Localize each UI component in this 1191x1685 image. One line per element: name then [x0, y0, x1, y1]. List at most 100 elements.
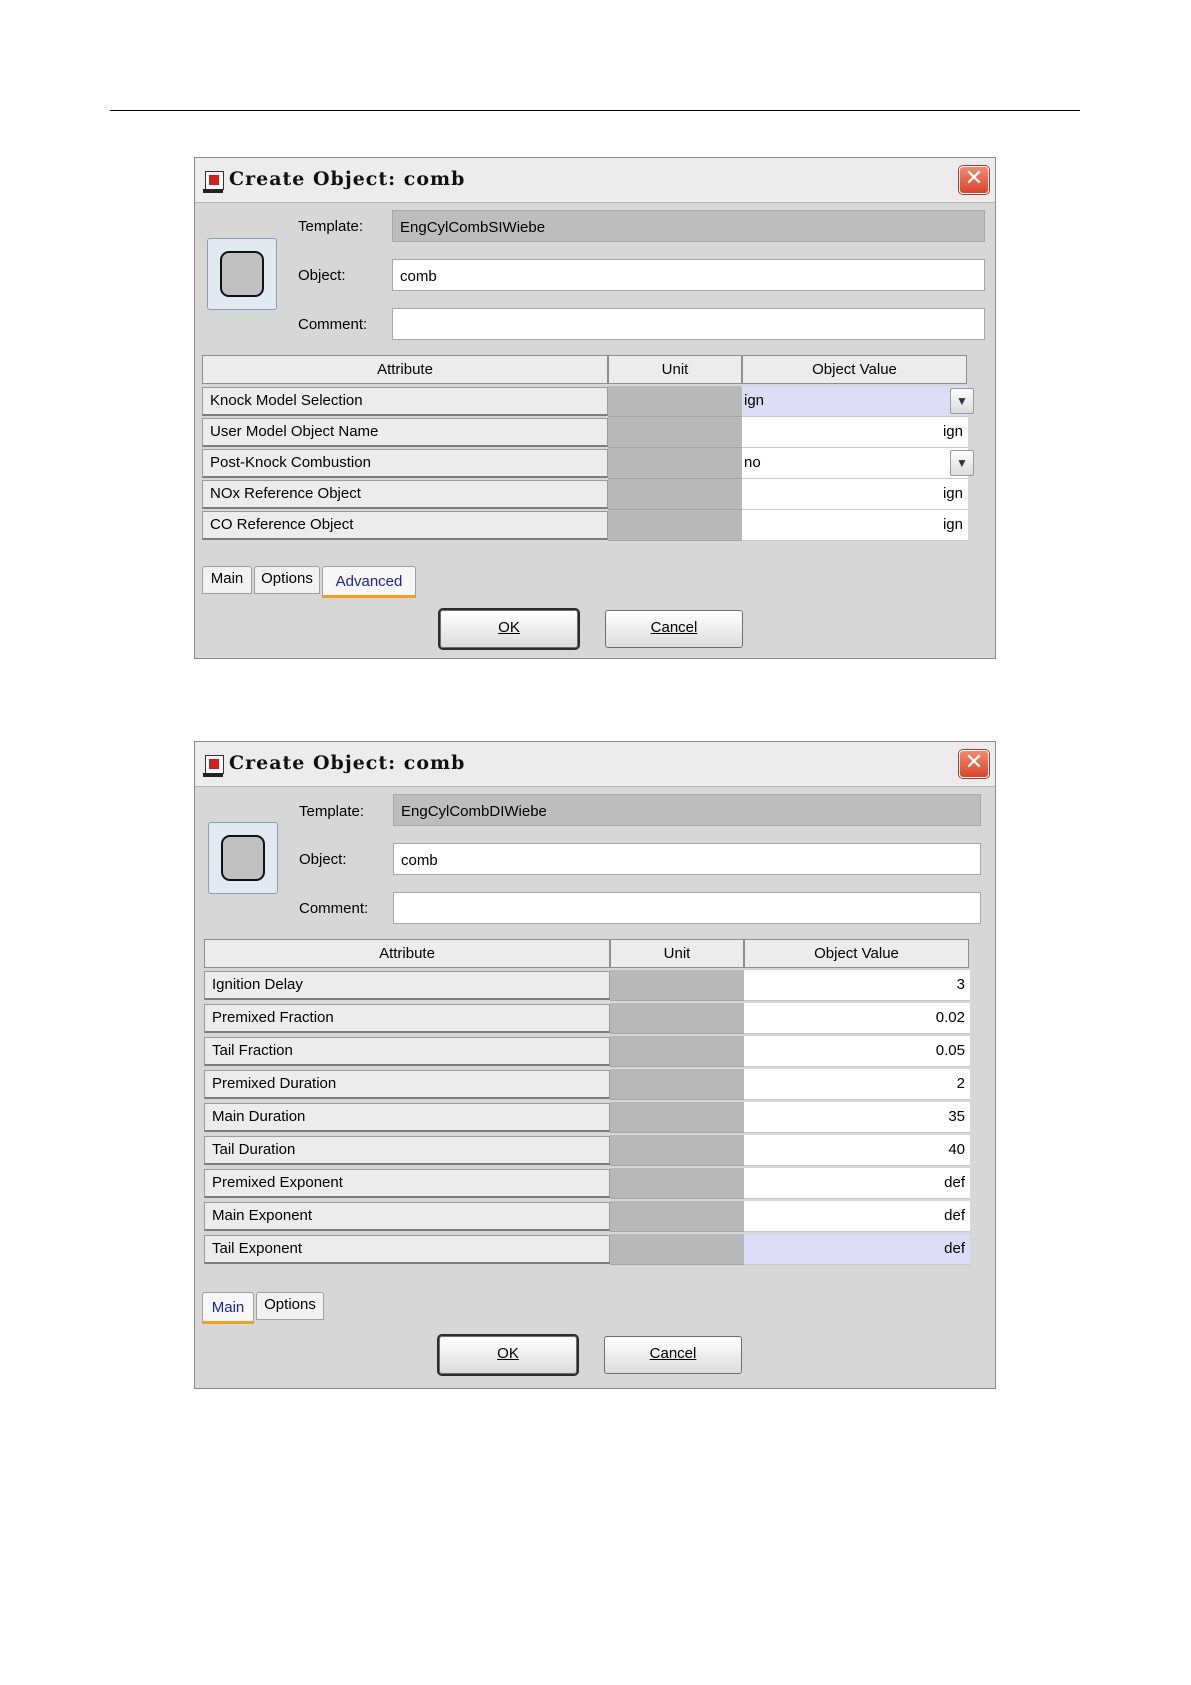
attribute-cell: Knock Model Selection — [202, 387, 608, 416]
chevron-down-icon[interactable]: ▼ — [950, 388, 974, 414]
create-object-dialog-1: Create Object: comb ✕ Template: EngCylCo… — [194, 157, 996, 659]
title-bar[interactable]: Create Object: comb ✕ — [195, 158, 995, 203]
unit-cell — [610, 1069, 744, 1100]
object-name-input[interactable]: comb — [392, 259, 985, 291]
tab-main[interactable]: Main — [202, 1292, 254, 1324]
unit-cell — [610, 1003, 744, 1034]
template-field: EngCylCombDIWiebe — [393, 794, 981, 826]
attribute-cell: Premixed Duration — [204, 1070, 610, 1099]
table-row: CO Reference Object ign — [202, 510, 975, 541]
table-row: Tail Duration 40 — [204, 1135, 977, 1166]
value-cell[interactable]: 40 — [744, 1135, 970, 1166]
tab-options[interactable]: Options — [254, 566, 320, 594]
comment-input[interactable] — [393, 892, 981, 924]
unit-cell — [610, 1102, 744, 1133]
ok-button-label: OK — [497, 1345, 519, 1362]
unit-cell — [608, 448, 742, 479]
cancel-button[interactable]: Cancel — [605, 610, 743, 648]
unit-cell — [610, 970, 744, 1001]
column-header-attribute[interactable]: Attribute — [204, 939, 610, 968]
value-cell[interactable]: 0.02 — [744, 1003, 970, 1034]
attribute-cell: Tail Duration — [204, 1136, 610, 1165]
unit-cell — [608, 386, 742, 417]
unit-cell — [610, 1234, 744, 1265]
unit-cell — [608, 417, 742, 448]
attribute-cell: NOx Reference Object — [202, 480, 608, 509]
table-row: User Model Object Name ign — [202, 417, 975, 448]
comment-input[interactable] — [392, 308, 985, 340]
table-row: Ignition Delay 3 — [204, 970, 977, 1001]
unit-cell — [610, 1168, 744, 1199]
value-cell[interactable]: 35 — [744, 1102, 970, 1133]
value-cell[interactable]: ign — [742, 510, 968, 541]
object-shape-icon — [207, 238, 277, 310]
dialog-title: Create Object: comb — [229, 168, 466, 190]
column-header-attribute[interactable]: Attribute — [202, 355, 608, 384]
table-row: Main Duration 35 — [204, 1102, 977, 1133]
value-cell[interactable]: ign — [742, 479, 968, 510]
table-row: Tail Exponent def — [204, 1234, 977, 1265]
table-row: Main Exponent def — [204, 1201, 977, 1232]
attribute-cell: Main Exponent — [204, 1202, 610, 1231]
dialog-title: Create Object: comb — [229, 752, 466, 774]
value-cell[interactable]: 0.05 — [744, 1036, 970, 1067]
value-cell[interactable]: ign — [742, 417, 968, 448]
title-bar[interactable]: Create Object: comb ✕ — [195, 742, 995, 787]
create-object-dialog-2: Create Object: comb ✕ Template: EngCylCo… — [194, 741, 996, 1389]
app-window-icon — [203, 755, 224, 777]
attribute-cell: Tail Exponent — [204, 1235, 610, 1264]
attribute-cell: Post-Knock Combustion — [202, 449, 608, 478]
attribute-cell: User Model Object Name — [202, 418, 608, 447]
tab-main[interactable]: Main — [202, 566, 252, 594]
post-knock-select[interactable]: no — [742, 448, 968, 479]
attribute-cell: CO Reference Object — [202, 511, 608, 540]
column-header-object-value[interactable]: Object Value — [744, 939, 969, 968]
comment-label: Comment: — [299, 900, 369, 917]
unit-cell — [608, 479, 742, 510]
ok-button[interactable]: OK — [439, 1336, 577, 1374]
attribute-cell: Tail Fraction — [204, 1037, 610, 1066]
attribute-table: Attribute Unit Object Value Knock Model … — [202, 355, 990, 555]
cancel-button-label: Cancel — [649, 1345, 697, 1362]
attribute-table: Attribute Unit Object Value Ignition Del… — [204, 939, 992, 1269]
unit-cell — [610, 1201, 744, 1232]
column-header-unit[interactable]: Unit — [608, 355, 742, 384]
tab-strip: Main Options Advanced — [202, 566, 502, 598]
value-cell[interactable]: 3 — [744, 970, 970, 1001]
template-label: Template: — [298, 218, 364, 235]
close-icon[interactable]: ✕ — [959, 750, 989, 778]
cancel-button[interactable]: Cancel — [604, 1336, 742, 1374]
tab-advanced[interactable]: Advanced — [322, 566, 416, 598]
value-cell[interactable]: 2 — [744, 1069, 970, 1100]
cancel-button-label: Cancel — [650, 619, 698, 636]
knock-model-select[interactable]: ign — [742, 386, 968, 417]
table-row: Premixed Fraction 0.02 — [204, 1003, 977, 1034]
tab-strip: Main Options — [202, 1292, 502, 1324]
value-cell[interactable]: def — [744, 1234, 970, 1265]
value-cell[interactable]: def — [744, 1201, 970, 1232]
attribute-cell: Main Duration — [204, 1103, 610, 1132]
ok-button[interactable]: OK — [440, 610, 578, 648]
template-label: Template: — [299, 803, 365, 820]
chevron-down-icon[interactable]: ▼ — [950, 450, 974, 476]
unit-cell — [608, 510, 742, 541]
close-icon[interactable]: ✕ — [959, 166, 989, 194]
table-row: Post-Knock Combustion no ▼ — [202, 448, 975, 479]
value-cell[interactable]: def — [744, 1168, 970, 1199]
page-header-rule — [110, 110, 1080, 111]
column-header-object-value[interactable]: Object Value — [742, 355, 967, 384]
object-label: Object: — [298, 267, 346, 284]
attribute-cell: Ignition Delay — [204, 971, 610, 1000]
object-name-input[interactable]: comb — [393, 843, 981, 875]
table-row: Premixed Duration 2 — [204, 1069, 977, 1100]
unit-cell — [610, 1036, 744, 1067]
app-window-icon — [203, 171, 224, 193]
unit-cell — [610, 1135, 744, 1166]
attribute-cell: Premixed Fraction — [204, 1004, 610, 1033]
table-row: Tail Fraction 0.05 — [204, 1036, 977, 1067]
template-field: EngCylCombSIWiebe — [392, 210, 985, 242]
ok-button-label: OK — [498, 619, 520, 636]
table-row: NOx Reference Object ign — [202, 479, 975, 510]
tab-options[interactable]: Options — [256, 1292, 324, 1320]
column-header-unit[interactable]: Unit — [610, 939, 744, 968]
